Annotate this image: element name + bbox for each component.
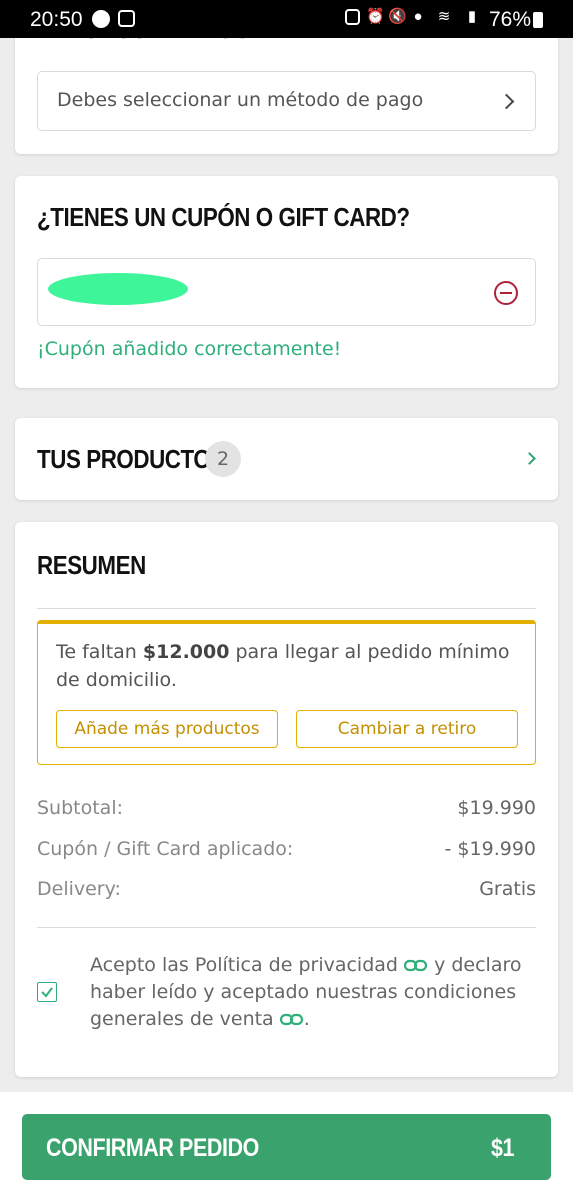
subtotal-value: $19.990 [457,797,536,819]
products-count-badge: 2 [205,441,241,477]
app-notification-icon [118,10,135,27]
alert-amount: $12.000 [142,641,230,663]
location-icon: ● [413,8,423,25]
chevron-right-icon [523,452,536,465]
terms-part3: . [303,1008,310,1030]
system-icons-overlay: ⏰ 🔇 ● ≋ ▮ [345,9,482,25]
switch-to-pickup-label: Cambiar a retiro [337,719,477,739]
coupon-applied-label: Cupón / Gift Card aplicado: [37,838,294,860]
privacy-policy-link-icon[interactable] [403,959,428,973]
status-time-overlay: 20:50 [30,8,83,31]
terms-part1: Acepto las Política de privacidad [90,954,398,976]
coupon-heading: ¿TIENES UN CUPÓN O GIFT CARD? [37,202,410,232]
delivery-value: Gratis [479,878,536,900]
delivery-label: Delivery: [37,878,121,900]
checkmark-icon [41,987,53,998]
coupon-success-message: ¡Cupón añadido correctamente! [37,338,342,360]
confirm-order-label: CONFIRMAR PEDIDO [46,1134,259,1162]
terms-of-sale-link-icon[interactable] [279,1013,304,1027]
minimum-order-text: Te faltan $12.000 para llegar al pedido … [56,638,516,694]
messenger-icon [92,10,110,28]
summary-heading: RESUMEN [37,550,146,580]
coupon-applied-value: - $19.990 [444,838,536,860]
notification-icons-overlay [92,10,135,28]
battery-icon [533,12,543,28]
products-count: 2 [216,448,230,470]
chevron-right-icon [498,93,515,110]
switch-to-pickup-button[interactable]: Cambiar a retiro [296,710,518,748]
confirm-order-price: $1 [491,1134,515,1162]
lock-app-icon [345,9,360,25]
redacted-coupon-code [48,273,188,305]
divider [37,608,536,609]
summary-card: RESUMEN Te faltan $12.000 para llegar al… [15,522,558,1077]
minimum-order-alert: Te faltan $12.000 para llegar al pedido … [37,620,536,765]
payment-method-select[interactable]: Debes seleccionar un método de pago [37,71,536,131]
confirm-order-button[interactable]: CONFIRMAR PEDIDO $1 [22,1114,551,1180]
coupon-applied-row: Cupón / Gift Card aplicado: - $19.990 [37,838,536,860]
alarm-icon: ⏰ [366,8,385,25]
products-card[interactable]: TUS PRODUCTOS 2 [15,418,558,500]
wifi-icon: ≋ [437,8,451,25]
status-bar-overlay: 20:50 ⏰ 🔇 ● ≋ ▮ 76% [0,0,573,38]
subtotal-label: Subtotal: [37,797,124,819]
add-products-label: Añade más productos [74,719,260,739]
products-heading: TUS PRODUCTOS [37,444,225,474]
signal-icon: ▮ [467,8,477,25]
subtotal-row: Subtotal: $19.990 [37,797,536,819]
terms-checkbox[interactable] [37,982,57,1002]
divider [37,927,536,928]
alert-prefix: Te faltan [56,641,143,663]
mute-icon: 🔇 [388,8,407,25]
remove-coupon-icon[interactable] [493,280,519,306]
payment-method-placeholder: Debes seleccionar un método de pago [57,89,424,111]
coupon-card: ¿TIENES UN CUPÓN O GIFT CARD? ¡Cupón aña… [15,176,558,388]
delivery-row: Delivery: Gratis [37,878,536,900]
battery-percentage-overlay: 76% [489,8,532,31]
add-products-button[interactable]: Añade más productos [56,710,278,748]
coupon-input[interactable] [37,258,536,326]
terms-text: Acepto las Política de privacidad y decl… [90,952,530,1033]
